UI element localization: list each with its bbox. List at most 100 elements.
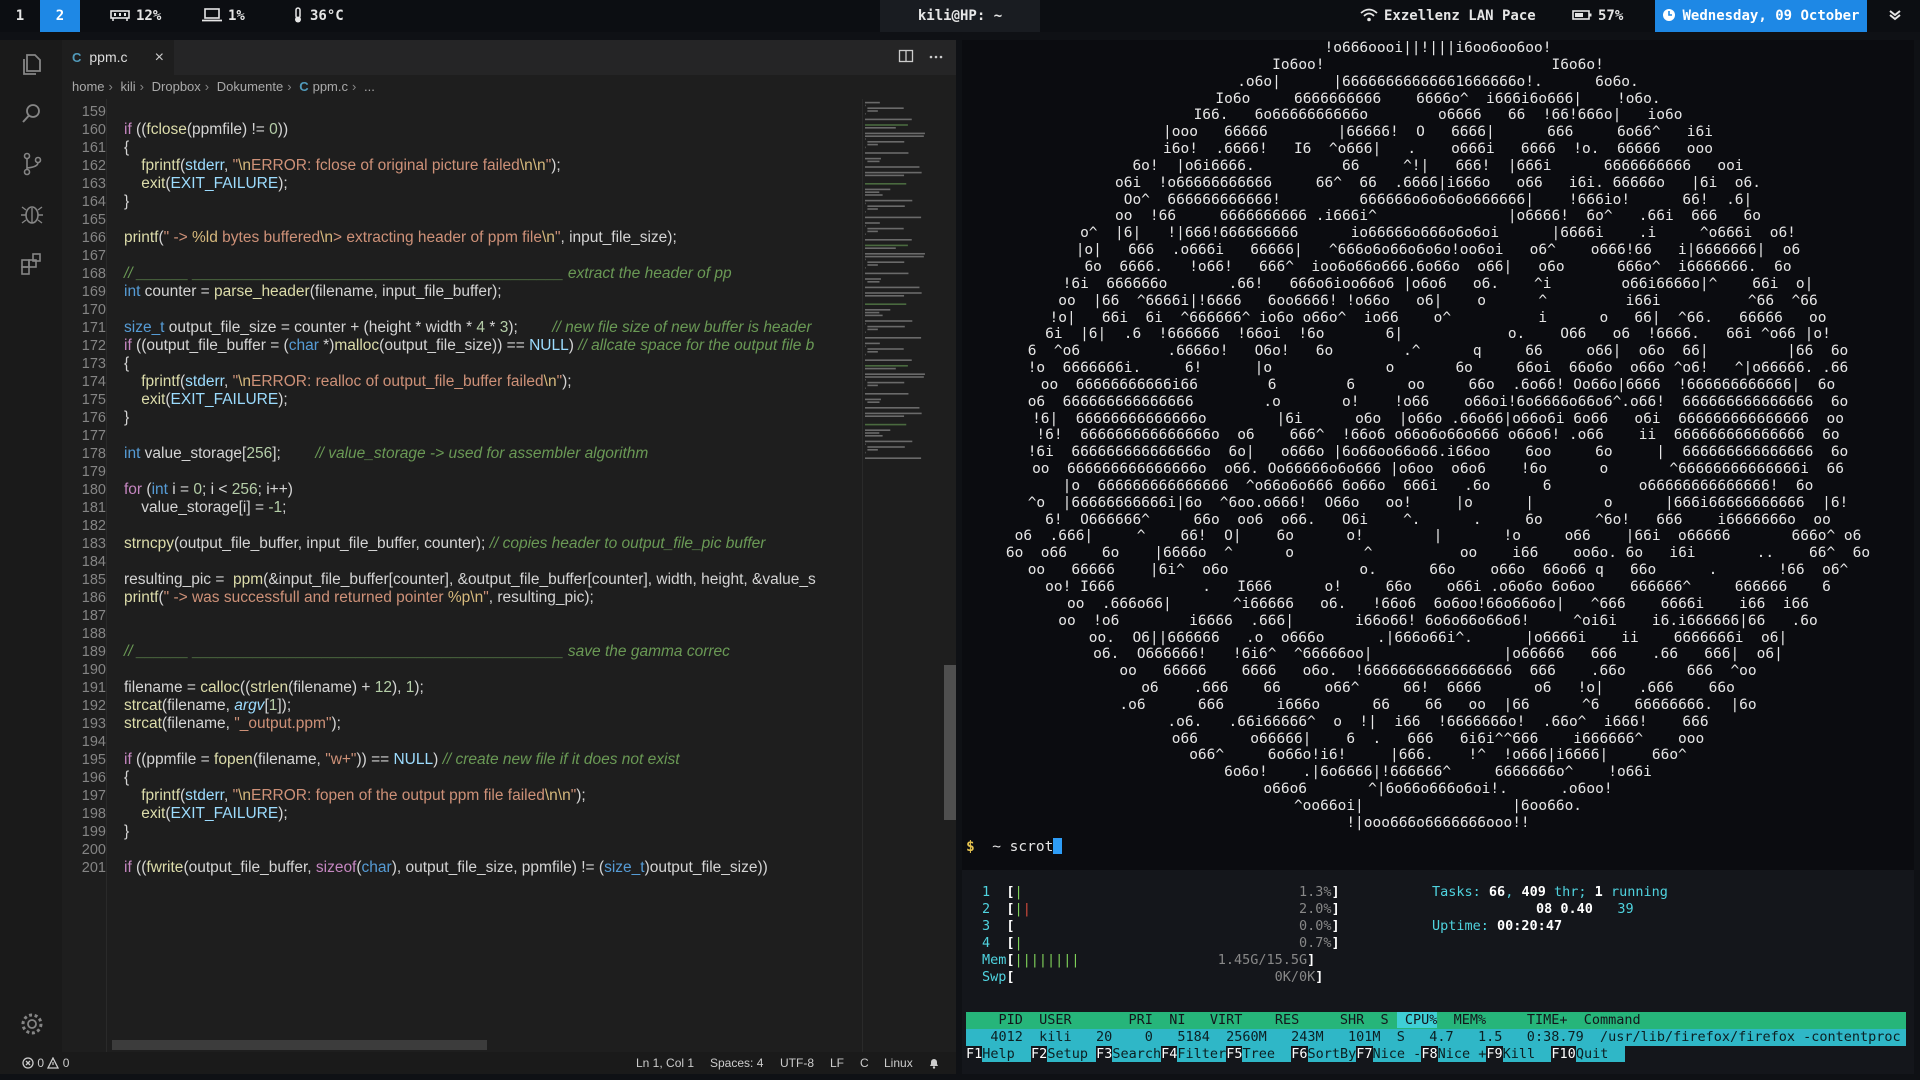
fkey-f10[interactable]: F10 [1551, 1046, 1575, 1062]
fkey-label[interactable]: Help [982, 1046, 1032, 1062]
line-number[interactable]: 201 [62, 857, 106, 879]
fkey-f1[interactable]: F1 [966, 1046, 982, 1062]
fkey-f3[interactable]: F3 [1096, 1046, 1112, 1062]
minimap-line [865, 342, 880, 345]
fkey-label[interactable]: Setup [1047, 1046, 1097, 1062]
cursor-position[interactable]: Ln 1, Col 1 [636, 1052, 694, 1074]
fkey-f7[interactable]: F7 [1356, 1046, 1372, 1062]
workspace-2-button[interactable]: 2 [40, 0, 80, 32]
minimap-line [865, 253, 925, 255]
minimap-line [865, 398, 881, 401]
breadcrumb: home › kili › Dropbox › Dokumente › Cppm.c › … [72, 79, 375, 94]
breadcrumb-dokumente[interactable]: Dokumente [217, 79, 283, 94]
minimap-line [865, 440, 913, 443]
more-actions-icon[interactable] [928, 48, 944, 64]
debug-icon[interactable] [18, 200, 46, 228]
fkey-label[interactable]: Nice + [1437, 1046, 1487, 1062]
scrollbar-thumb[interactable] [944, 665, 956, 820]
minimap-line [865, 183, 907, 185]
process-row-selected[interactable]: 4012 kili 20 0 5184 2560M 243M 101M S 4.… [966, 1029, 1906, 1046]
fkey-f9[interactable]: F9 [1486, 1046, 1502, 1062]
minimap-line [865, 211, 866, 213]
horizontal-scrollbar[interactable] [112, 1040, 487, 1050]
fkey-label[interactable]: Quit [1575, 1046, 1625, 1062]
minimap[interactable] [862, 99, 942, 1052]
shell-prompt[interactable]: $ ~ scrot [966, 838, 1063, 855]
extensions-icon[interactable] [18, 250, 46, 278]
minimap-line [865, 376, 924, 378]
wifi-icon [1360, 8, 1378, 21]
memory-meter: Mem[|||||||| 1.45G/15.5G] [982, 952, 1316, 968]
breadcrumb-file[interactable]: ppm.c [313, 79, 348, 94]
chevron-down-icon [1889, 9, 1901, 20]
code-editor[interactable]: 159 160 if ((fclose(ppmfile) != 0)) 161{162… [62, 99, 862, 1052]
htop-window[interactable]: 1 [| 1.3%] 2 [|| 2.0%] 3 [ 0.0%] 4 [| 0.7%]… [962, 870, 1914, 1074]
tab-bar: Cppm.c × [62, 40, 956, 75]
minimap-line [865, 258, 866, 261]
fkey-f5[interactable]: F5 [1226, 1046, 1242, 1062]
breadcrumb-dropbox[interactable]: Dropbox [152, 79, 201, 94]
close-tab-icon[interactable]: × [155, 40, 164, 75]
problems-indicator[interactable]: 0 0 [22, 1052, 69, 1074]
language-mode[interactable]: C [860, 1052, 869, 1074]
fkey-label[interactable]: Nice - [1372, 1046, 1422, 1062]
explorer-icon[interactable] [18, 50, 46, 78]
minimap-line [867, 449, 878, 451]
fkey-label[interactable]: Kill [1502, 1046, 1552, 1062]
encoding[interactable]: UTF-8 [780, 1052, 814, 1074]
minimap-line [865, 311, 880, 314]
breadcrumb-symbol[interactable]: ... [364, 79, 375, 94]
minimap-line [867, 325, 905, 328]
error-icon [22, 1057, 34, 1069]
ram-value: 12% [136, 8, 162, 24]
minimap-line [865, 135, 924, 137]
process-table-header[interactable]: PID USER PRI NI VIRT RES SHR S CPU% MEM%… [966, 1012, 1906, 1029]
power-menu-button[interactable] [1888, 0, 1908, 32]
settings-gear-icon[interactable] [18, 1010, 46, 1038]
search-icon[interactable] [18, 100, 46, 128]
minimap-line [867, 230, 878, 233]
fkey-label[interactable]: Search [1112, 1046, 1162, 1062]
minimap-line [865, 292, 922, 294]
minimap-line [867, 205, 905, 207]
minimap-line [865, 194, 883, 196]
fkey-label[interactable]: Filter [1177, 1046, 1227, 1062]
notifications-bell-icon[interactable] [928, 1057, 940, 1069]
workspace-1-button[interactable]: 1 [0, 0, 40, 32]
code-line[interactable]: 201 if ((fwrite(output_file_buffer, sizeo… [62, 857, 862, 879]
terminal-window[interactable]: !o666oooi||!|||i6oo6oo6oo! Io6oo! I6o6o!… [962, 40, 1914, 870]
fkey-f8[interactable]: F8 [1421, 1046, 1437, 1062]
cpu-meter-3: 3 [ 0.0%] [982, 918, 1340, 934]
fkey-f6[interactable]: F6 [1291, 1046, 1307, 1062]
fkey-label[interactable]: Tree [1242, 1046, 1292, 1062]
fkey-f2[interactable]: F2 [1031, 1046, 1047, 1062]
sort-column[interactable]: CPU% [1396, 1012, 1438, 1028]
date-indicator[interactable]: Wednesday, 09 October [1655, 0, 1867, 32]
minimap-line [865, 104, 866, 107]
temp-value: 36°C [310, 8, 344, 24]
minimap-line [865, 423, 907, 426]
minimap-line [867, 107, 904, 109]
minimap-line [865, 138, 866, 140]
minimap-line [867, 261, 905, 263]
cpu-meter-1: 1 [| 1.3%] [982, 884, 1340, 900]
command-input[interactable]: scrot [1010, 839, 1054, 855]
vertical-scrollbar[interactable] [944, 99, 956, 1052]
minimap-line [865, 412, 922, 415]
platform[interactable]: Linux [884, 1052, 913, 1074]
minimap-line [865, 359, 912, 361]
breadcrumb-home[interactable]: home [72, 79, 105, 94]
minimap-line [865, 457, 922, 459]
minimap-line [865, 247, 896, 249]
breadcrumb-kili[interactable]: kili [121, 79, 136, 94]
fkey-f4[interactable]: F4 [1161, 1046, 1177, 1062]
minimap-line [865, 188, 891, 191]
split-editor-icon[interactable] [898, 48, 914, 64]
minimap-line [867, 401, 880, 403]
line-ending[interactable]: LF [830, 1052, 844, 1074]
indentation[interactable]: Spaces: 4 [710, 1052, 763, 1074]
function-key-bar: F1Help F2Setup F3SearchF4FilterF5Tree F6… [966, 1046, 1906, 1063]
source-control-icon[interactable] [18, 150, 46, 178]
fkey-label[interactable]: SortBy [1307, 1046, 1357, 1062]
tab-ppm-c[interactable]: Cppm.c × [62, 40, 175, 75]
